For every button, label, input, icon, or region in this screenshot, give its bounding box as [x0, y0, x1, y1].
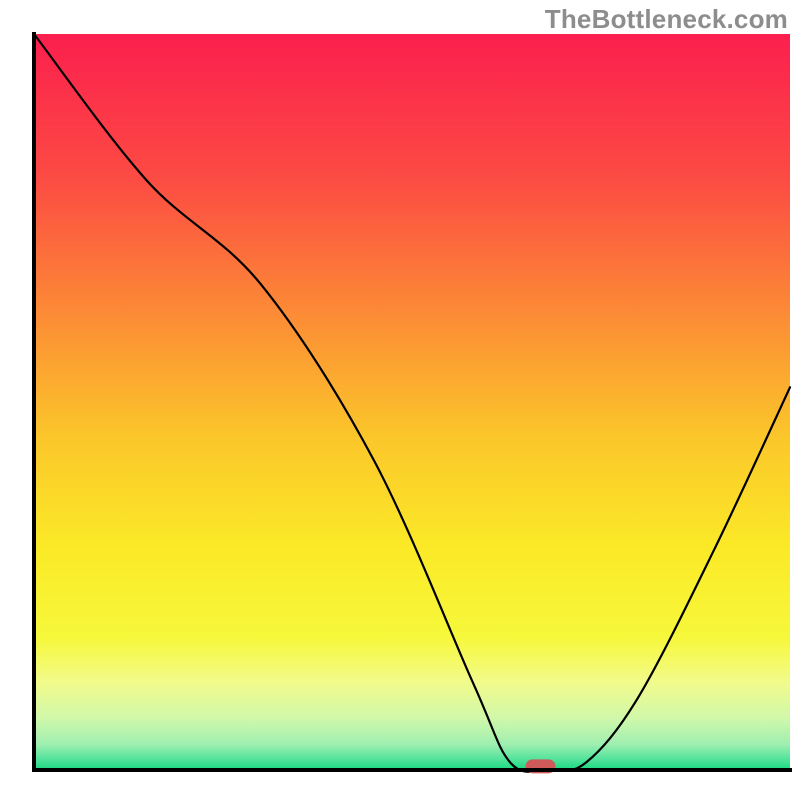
- plot-background: [34, 34, 790, 770]
- plot-area: [34, 34, 790, 773]
- chart-container: TheBottleneck.com: [0, 0, 800, 800]
- watermark-label: TheBottleneck.com: [545, 4, 788, 35]
- bottleneck-chart: [0, 0, 800, 800]
